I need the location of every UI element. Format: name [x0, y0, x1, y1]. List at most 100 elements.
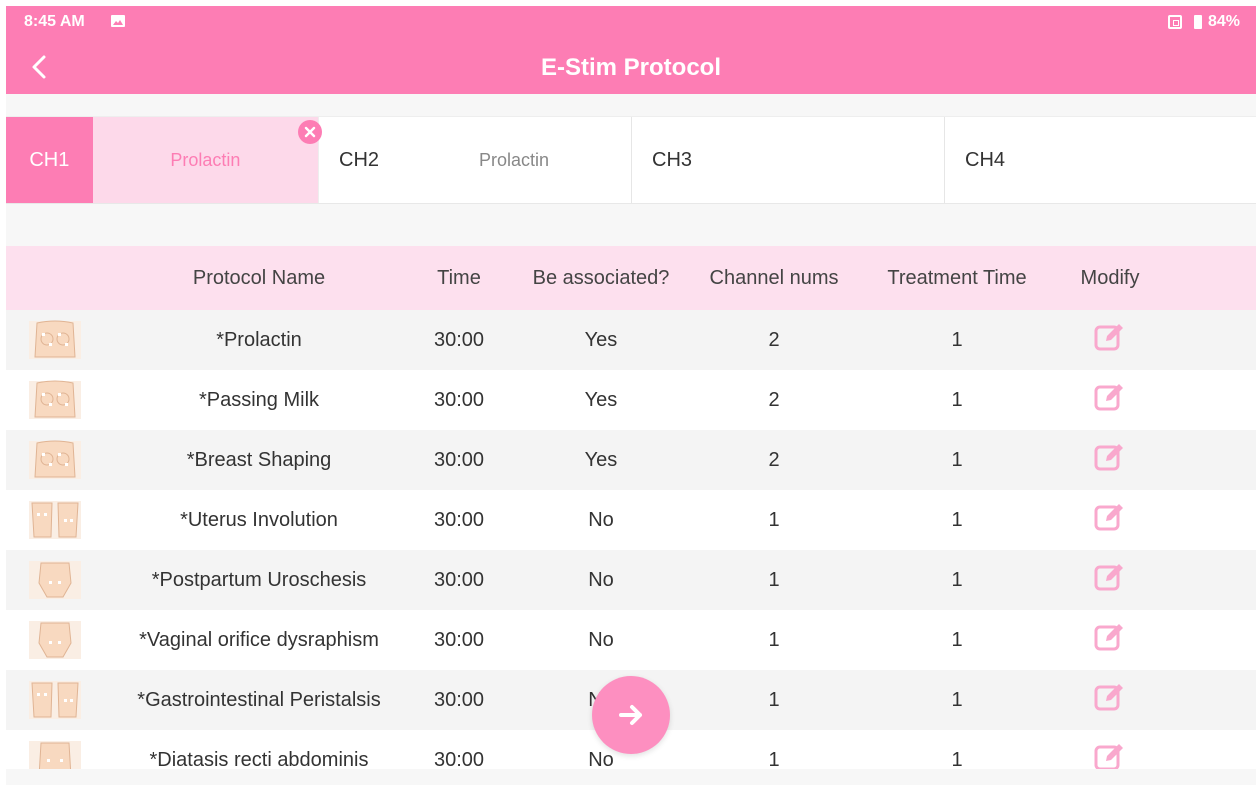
protocol-time: 30:00	[433, 508, 485, 531]
protocol-time: 30:00	[433, 328, 485, 351]
protocol-time: 30:00	[433, 628, 485, 651]
protocol-name: *Passing Milk	[198, 388, 320, 411]
column-header-name: Protocol Name	[192, 266, 326, 289]
column-header-modify: Modify	[1080, 266, 1140, 289]
protocol-treatment-time: 1	[951, 328, 963, 351]
battery-icon	[1193, 15, 1202, 29]
channel-label: CH2	[339, 148, 380, 171]
protocol-associated: No	[588, 568, 614, 591]
table-row[interactable]: *Postpartum Uroschesis 30:00 No 1 1	[6, 550, 1256, 610]
app-header: 8:45 AM 84% E-Stim Protocol	[6, 6, 1256, 94]
protocol-name: *Uterus Involution	[180, 508, 338, 531]
modify-cell	[1064, 679, 1156, 721]
abdomen-back-electrodes-icon	[6, 679, 104, 721]
pelvis-electrodes-icon	[6, 559, 104, 601]
protocol-thumbnail	[6, 619, 104, 661]
channel-protocol: Prolactin	[479, 149, 550, 170]
modify-cell	[1064, 619, 1156, 661]
protocol-treatment-time: 1	[951, 508, 963, 531]
battery-level: 84%	[1207, 13, 1240, 30]
gallery-notification-icon	[111, 15, 125, 27]
edit-icon	[1094, 624, 1123, 651]
table-row[interactable]: *Vaginal orifice dysraphism 30:00 No 1 1	[6, 610, 1256, 670]
table-row[interactable]: *Uterus Involution 30:00 No 1 1	[6, 490, 1256, 550]
protocol-associated: No	[588, 628, 614, 651]
channel-tab-ch3[interactable]: CH3	[632, 117, 945, 203]
breast-electrodes-icon	[6, 439, 104, 481]
app-frame: 8:45 AM 84% E-Stim Protocol CH1 Prolacti…	[6, 6, 1256, 785]
protocol-channel-nums: 1	[768, 628, 780, 651]
arrow-right-icon	[619, 705, 642, 725]
channel-bar: CH1 Prolactin CH2 Prolactin CH3 CH4	[6, 116, 1256, 204]
table-row[interactable]: *Breast Shaping 30:00 Yes 2 1	[6, 430, 1256, 490]
modify-button[interactable]	[1092, 619, 1128, 661]
channel-label: CH1	[6, 117, 93, 203]
protocol-channel-nums: 2	[768, 388, 780, 411]
column-header-associated: Be associated?	[532, 266, 670, 289]
protocol-time: 30:00	[433, 568, 485, 591]
protocol-associated: Yes	[584, 388, 618, 411]
status-bar: 8:45 AM 84%	[6, 6, 1256, 36]
edit-icon	[1094, 444, 1123, 471]
protocol-time: 30:00	[433, 388, 485, 411]
channel-protocol-slot[interactable]: Prolactin	[92, 117, 322, 203]
modify-cell	[1064, 499, 1156, 541]
protocol-name: *Postpartum Uroschesis	[151, 568, 367, 591]
channel-tab-ch4[interactable]: CH4	[945, 117, 1256, 203]
breast-electrodes-icon	[6, 319, 104, 361]
modify-cell	[1064, 439, 1156, 481]
edit-icon	[1094, 504, 1123, 531]
protocol-treatment-time: 1	[951, 388, 963, 411]
breast-electrodes-icon	[6, 379, 104, 421]
protocol-channel-nums: 1	[768, 508, 780, 531]
edit-icon	[1094, 564, 1123, 591]
protocol-thumbnail	[6, 499, 104, 541]
next-button[interactable]	[592, 676, 670, 754]
column-header-time: Time	[437, 266, 481, 289]
protocol-name: *Breast Shaping	[186, 448, 332, 471]
modify-button[interactable]	[1092, 679, 1128, 721]
status-time: 8:45 AM	[24, 13, 85, 30]
protocol-time: 30:00	[433, 688, 485, 711]
column-header-channels: Channel nums	[709, 266, 839, 289]
protocol-thumbnail	[6, 559, 104, 601]
channel-label: CH4	[965, 148, 1006, 171]
protocol-channel-nums: 1	[768, 688, 780, 711]
protocol-thumbnail	[6, 439, 104, 481]
column-header-treatment: Treatment Time	[887, 266, 1027, 289]
protocol-thumbnail	[6, 379, 104, 421]
modify-button[interactable]	[1092, 439, 1128, 481]
modify-button[interactable]	[1092, 559, 1128, 601]
table-row[interactable]: *Prolactin 30:00 Yes 2 1	[6, 310, 1256, 370]
edit-icon	[1094, 384, 1123, 411]
edit-icon	[1094, 684, 1123, 711]
channel-tab-ch2[interactable]: CH2 Prolactin	[319, 117, 632, 203]
protocol-name: *Vaginal orifice dysraphism	[139, 628, 379, 651]
page-title: E-Stim Protocol	[540, 54, 721, 81]
protocol-treatment-time: 1	[951, 688, 963, 711]
channel-protocol: Prolactin	[170, 149, 241, 170]
protocol-treatment-time: 1	[951, 568, 963, 591]
protocol-thumbnail	[6, 679, 104, 721]
modify-cell	[1064, 319, 1156, 361]
channel-tab-ch1[interactable]: CH1 Prolactin	[6, 117, 322, 203]
protocol-treatment-time: 1	[951, 448, 963, 471]
protocol-channel-nums: 2	[768, 448, 780, 471]
pelvis-electrodes-icon	[6, 619, 104, 661]
protocol-name: *Prolactin	[216, 328, 302, 351]
protocol-thumbnail	[6, 319, 104, 361]
protocol-time: 30:00	[433, 448, 485, 471]
protocol-associated: Yes	[584, 448, 618, 471]
edit-icon	[1094, 324, 1123, 351]
modify-button[interactable]	[1092, 379, 1128, 421]
channel-label: CH3	[652, 148, 693, 171]
modify-cell	[1064, 379, 1156, 421]
abdomen-back-electrodes-icon	[6, 499, 104, 541]
table-header: Protocol Name Time Be associated? Channe…	[6, 246, 1256, 310]
modify-button[interactable]	[1092, 499, 1128, 541]
protocol-name: *Gastrointestinal Peristalsis	[137, 688, 381, 711]
modify-cell	[1064, 559, 1156, 601]
table-row[interactable]: *Passing Milk 30:00 Yes 2 1	[6, 370, 1256, 430]
modify-button[interactable]	[1092, 319, 1128, 361]
protocol-associated: No	[588, 508, 614, 531]
